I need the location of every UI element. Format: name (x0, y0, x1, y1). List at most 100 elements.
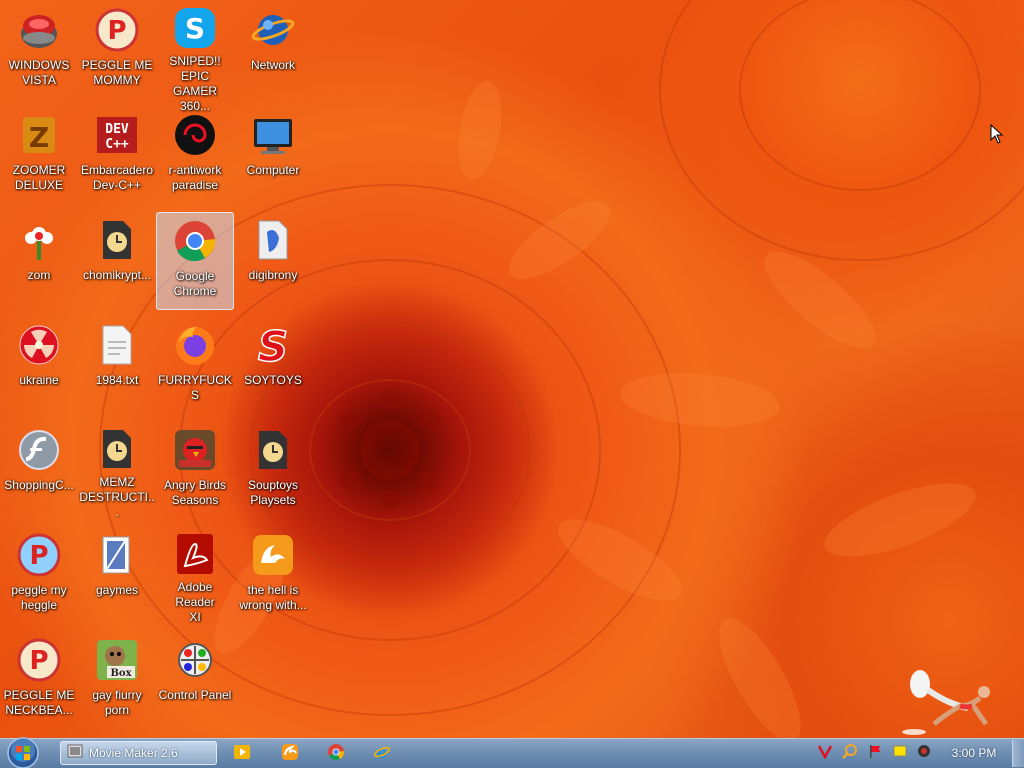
icon-label: Souptoys Playsets (247, 478, 299, 507)
gopher-box-icon: Box (93, 636, 141, 684)
svg-text:S: S (185, 12, 205, 45)
tray-message[interactable] (891, 744, 909, 762)
digibrony-app-icon (249, 216, 297, 264)
flash-icon (15, 426, 63, 474)
quicklaunch-media-player[interactable] (231, 743, 253, 765)
icon-label: r-antiwork paradise (168, 163, 222, 192)
desktop-icon-devcpp[interactable]: DEV C++ Embarcadero Dev-C++ (78, 107, 156, 205)
icon-label: Computer (246, 163, 300, 177)
desktop-icon-angry-birds-seasons[interactable]: Angry Birds Seasons (156, 422, 234, 520)
desktop-icon-adobe-reader[interactable]: Adobe Reader XI (156, 527, 234, 625)
svg-text:Box: Box (110, 668, 132, 679)
tray-camera[interactable] (915, 744, 933, 762)
desktop-icon-google-chrome[interactable]: Google Chrome (156, 212, 234, 310)
icon-label: Angry Birds Seasons (163, 478, 227, 507)
icon-label: the hell is wrong with... (239, 583, 307, 612)
icon-label: gaymes (95, 583, 139, 597)
desktop-icon-soytoys[interactable]: S SOYTOYS (234, 317, 312, 415)
media-player-icon (233, 743, 251, 765)
desktop-icon-ukraine[interactable]: ukraine (0, 317, 78, 415)
zuma-icon: Z (15, 111, 63, 159)
quicklaunch-uc-browser[interactable] (279, 743, 301, 765)
desktop-icon-network[interactable]: Network (234, 2, 312, 100)
desktop-icon-peggle-me-neckbeard[interactable]: P PEGGLE ME NECKBEA... (0, 632, 78, 730)
icon-label: SNIPED!! EPIC GAMER 360... (169, 54, 221, 113)
red-flag-icon (867, 743, 883, 763)
firefox-icon (171, 321, 219, 369)
icon-label: Google Chrome (173, 269, 217, 298)
adobe-reader-icon (171, 531, 219, 576)
shortcut-file-icon (93, 426, 141, 471)
desktop-icon-windows-vista[interactable]: WINDOWS VISTA (0, 2, 78, 100)
taskbar-clock[interactable]: 3:00 PM (944, 746, 1004, 760)
peggle-icon: P (15, 531, 63, 579)
desktop-icon-furryfucks[interactable]: FURRYFUCKS (156, 317, 234, 415)
radiation-icon (15, 321, 63, 369)
svg-text:S: S (258, 323, 288, 367)
camera-icon (916, 743, 932, 763)
quicklaunch-internet-explorer[interactable]: e (371, 743, 393, 765)
desktop-icon-1984-txt[interactable]: 1984.txt (78, 317, 156, 415)
desktop-icon-memz[interactable]: MEMZ DESTRUCTI... (78, 422, 156, 520)
taskbar-button-movie-maker[interactable]: Movie Maker 2.6 (60, 741, 217, 765)
red-v-icon (817, 743, 833, 763)
icon-label: ukraine (19, 373, 59, 387)
icon-label: peggle my heggle (11, 583, 67, 612)
tray-action-center[interactable] (866, 744, 884, 762)
icon-label: FURRYFUCKS (158, 373, 232, 402)
icon-label: ShoppingC... (4, 478, 74, 492)
skype-icon: S (171, 6, 219, 50)
desktop-mascot-figure (900, 664, 1000, 738)
icon-label: WINDOWS VISTA (8, 58, 70, 87)
svg-text:e: e (377, 743, 387, 761)
flower-icon (15, 216, 63, 264)
desktop-icon-r-antiwork[interactable]: r-antiwork paradise (156, 107, 234, 205)
icon-label: zom (27, 268, 51, 282)
desktop-icon-peggle-my-heggle[interactable]: P peggle my heggle (0, 527, 78, 625)
desktop-icon-uc-browser[interactable]: the hell is wrong with... (234, 527, 312, 625)
icon-label: Embarcadero Dev-C++ (80, 163, 154, 192)
desktop-icon-sniped[interactable]: S SNIPED!! EPIC GAMER 360... (156, 2, 234, 113)
games-folder-icon (93, 531, 141, 579)
svg-text:C++: C++ (105, 137, 129, 152)
svg-text:P: P (29, 646, 48, 676)
icon-label: 1984.txt (95, 373, 139, 387)
desktop-icon-souptoys-playsets[interactable]: Souptoys Playsets (234, 422, 312, 520)
svg-text:P: P (29, 541, 48, 571)
network-globe-icon (249, 6, 297, 54)
peggle-icon: P (93, 6, 141, 54)
desktop-icon-digibrony[interactable]: digibrony (234, 212, 312, 310)
shortcut-file-icon (249, 426, 297, 474)
icon-label: SOYTOYS (244, 373, 302, 387)
uc-browser-icon (249, 531, 297, 579)
computer-monitor-icon (249, 111, 297, 159)
desktop-icon-control-panel[interactable]: Control Panel (156, 632, 234, 730)
desktop-icon-gaymes[interactable]: gaymes (78, 527, 156, 625)
taskbar: Movie Maker 2.6 e 3:00 PM (0, 736, 1024, 768)
windows-vista-icon (15, 6, 63, 54)
icon-label: PEGGLE ME NECKBEA... (3, 688, 75, 717)
desktop-icon-shoppingc[interactable]: ShoppingC... (0, 422, 78, 520)
red-spiral-icon (171, 111, 219, 159)
desktop-icon-gay-fiurry[interactable]: Box gay fiurry porn (78, 632, 156, 730)
magnifier-icon (842, 743, 858, 763)
desktop-icon-zoomer-deluxe[interactable]: Z ZOOMER DELUXE (0, 107, 78, 205)
svg-text:Z: Z (29, 121, 49, 154)
quicklaunch-chrome[interactable] (325, 743, 347, 765)
desktop-icon-chomikrypt[interactable]: chomikrypt... (78, 212, 156, 310)
desktop-background[interactable]: WINDOWS VISTA P PEGGLE ME MOMMY S SNIPED… (0, 0, 1024, 738)
icon-label: Network (250, 58, 295, 72)
uc-browser-icon (281, 743, 299, 765)
icon-label: ZOOMER DELUXE (12, 163, 66, 192)
desktop-icon-computer[interactable]: Computer (234, 107, 312, 205)
chrome-icon (171, 217, 219, 265)
show-desktop-button[interactable] (1012, 740, 1024, 767)
tray-search[interactable] (841, 744, 859, 762)
start-button[interactable] (4, 736, 42, 768)
svg-text:DEV: DEV (105, 122, 129, 137)
icon-label: gay fiurry porn (92, 688, 142, 717)
desktop-icon-peggle-me-mommy[interactable]: P PEGGLE ME MOMMY (78, 2, 156, 100)
desktop-icon-zom[interactable]: zom (0, 212, 78, 310)
tray-antivirus[interactable] (816, 744, 834, 762)
text-file-icon (93, 321, 141, 369)
